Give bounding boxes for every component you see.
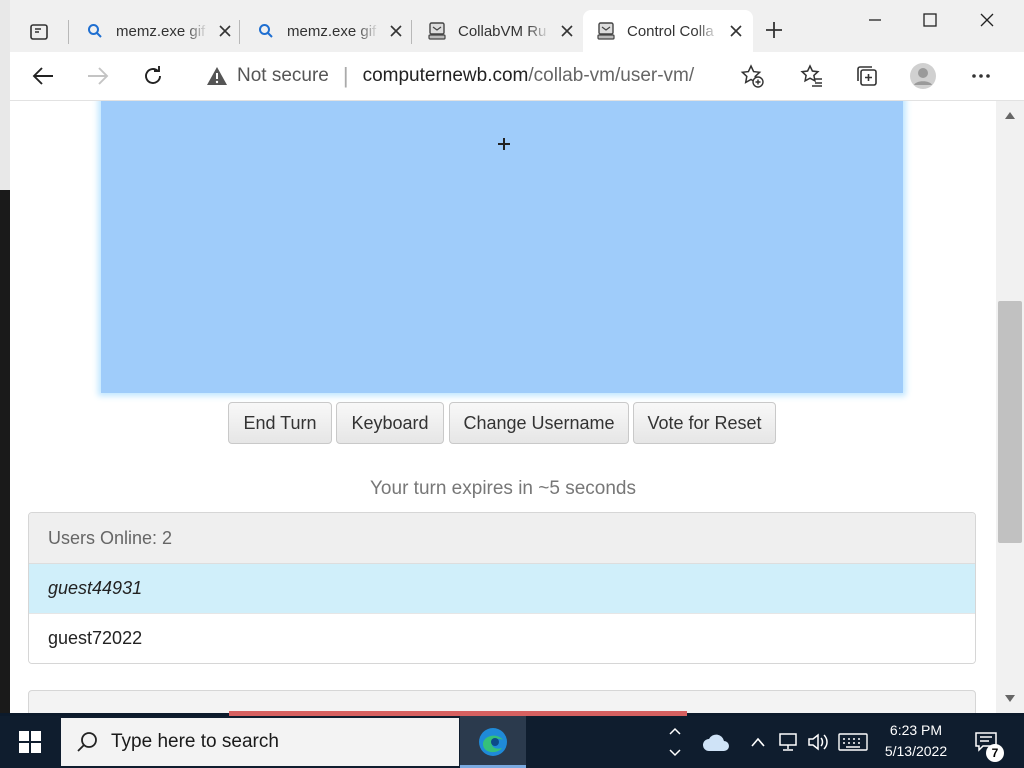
security-label[interactable]: Not secure: [237, 65, 329, 87]
user-list-item[interactable]: guest72022: [29, 614, 975, 663]
maximize-icon: [923, 13, 937, 27]
collabvm-icon: [595, 20, 617, 42]
url-domain: computernewb.com: [362, 65, 529, 86]
page-content: End Turn Keyboard Change Username Vote f…: [10, 101, 996, 713]
network-button[interactable]: [775, 716, 801, 768]
collections-button[interactable]: [849, 60, 885, 92]
scroll-up-icon[interactable]: [1005, 111, 1015, 119]
favorites-icon: [800, 64, 822, 87]
close-tab-icon[interactable]: [387, 22, 405, 40]
input-indicator-button[interactable]: [836, 716, 870, 768]
collabvm-icon: [426, 20, 448, 42]
scroll-down-icon[interactable]: [1005, 695, 1015, 703]
start-button[interactable]: [0, 716, 60, 768]
back-button[interactable]: [25, 60, 61, 92]
search-placeholder: Type here to search: [111, 731, 279, 752]
search-icon: [255, 20, 277, 42]
warning-icon: [206, 65, 228, 87]
updown-chevron-icon: [669, 727, 681, 757]
star-add-icon: [740, 64, 764, 88]
tab-title: memz.exe gif: [287, 22, 377, 40]
notification-center-button[interactable]: 7: [966, 716, 1006, 768]
scroll-arrows[interactable]: [664, 716, 686, 768]
edge-browser-icon: [479, 728, 507, 756]
tab-control-collabvm[interactable]: Control Colla: [583, 10, 753, 52]
notification-badge: 7: [986, 744, 1004, 762]
weather-button[interactable]: [696, 716, 736, 768]
close-tab-icon[interactable]: [727, 22, 745, 40]
keyboard-button[interactable]: Keyboard: [336, 402, 444, 444]
avatar-icon: [910, 63, 936, 89]
add-favorite-button[interactable]: [734, 60, 770, 92]
search-icon: [77, 732, 97, 752]
volume-button[interactable]: [805, 716, 831, 768]
close-tab-icon[interactable]: [216, 22, 234, 40]
speaker-icon: [808, 733, 828, 751]
clock[interactable]: 6:23 PM 5/13/2022: [872, 720, 960, 764]
browser-window: memz.exe gif memz.exe gif CollabVM Ru Co…: [10, 0, 1024, 713]
browser-toolbar: Not secure | computernewb.com/collab-vm/…: [10, 52, 1024, 101]
vm-display[interactable]: [101, 101, 903, 393]
show-hidden-icons-button[interactable]: [747, 716, 769, 768]
vote-reset-button[interactable]: Vote for Reset: [633, 402, 776, 444]
user-list-item[interactable]: guest44931: [29, 564, 975, 614]
tab-title: memz.exe gif: [116, 22, 206, 40]
workspaces-button[interactable]: [22, 16, 56, 48]
chat-panel: [28, 690, 976, 713]
taskbar: Type here to search 6:23 PM 5/13/2022 7: [0, 716, 1024, 768]
minimize-button[interactable]: [855, 6, 895, 34]
edge-taskbar-button[interactable]: [460, 716, 526, 768]
more-icon: [972, 74, 990, 78]
tab-memz-gif-2[interactable]: memz.exe gif: [243, 10, 411, 52]
clock-time: 6:23 PM: [889, 722, 943, 738]
refresh-icon: [145, 66, 161, 84]
forward-arrow-icon: [88, 67, 109, 85]
taskbar-search-box[interactable]: Type here to search: [61, 718, 459, 766]
network-icon: [779, 733, 797, 751]
address-bar[interactable]: Not secure | computernewb.com/collab-vm/…: [190, 58, 780, 94]
close-window-button[interactable]: [967, 6, 1007, 34]
page-scrollbar[interactable]: [996, 101, 1024, 713]
maximize-button[interactable]: [910, 6, 950, 34]
collections-icon: [857, 66, 877, 86]
settings-menu-button[interactable]: [963, 60, 999, 92]
refresh-button[interactable]: [135, 60, 171, 92]
tab-title: Control Colla: [627, 22, 714, 40]
favorites-button[interactable]: [794, 60, 830, 92]
chevron-up-icon: [751, 737, 765, 747]
tab-actions-icon: [30, 24, 48, 40]
keyboard-icon: [838, 733, 868, 751]
clock-date: 5/13/2022: [884, 743, 948, 759]
profile-button[interactable]: [905, 60, 941, 92]
back-arrow-icon: [32, 67, 53, 85]
url-path: /collab-vm/user-vm/: [528, 65, 695, 86]
close-tab-icon[interactable]: [558, 22, 576, 40]
new-tab-button[interactable]: [756, 14, 792, 46]
change-username-button[interactable]: Change Username: [449, 402, 629, 444]
crosshair-cursor-icon: [498, 138, 510, 150]
tab-collabvm-rules[interactable]: CollabVM Ru: [414, 10, 582, 52]
turn-timer-text: Your turn expires in ~5 seconds: [370, 478, 636, 499]
plus-icon: [766, 22, 782, 38]
end-turn-button[interactable]: End Turn: [228, 402, 332, 444]
tab-memz-gif-1[interactable]: memz.exe gif: [72, 10, 240, 52]
forward-button[interactable]: [80, 60, 116, 92]
search-icon: [84, 20, 106, 42]
tab-title: CollabVM Ru: [458, 22, 547, 40]
scrollbar-thumb[interactable]: [998, 301, 1022, 543]
cloud-icon: [703, 734, 729, 751]
close-icon: [980, 13, 994, 27]
users-online-panel: Users Online: 2 guest44931 guest72022: [28, 512, 976, 664]
tab-strip: memz.exe gif memz.exe gif CollabVM Ru Co…: [10, 0, 1024, 52]
minimize-icon: [869, 19, 881, 21]
users-online-header: Users Online: 2: [29, 513, 975, 564]
windows-logo-icon: [19, 731, 41, 753]
